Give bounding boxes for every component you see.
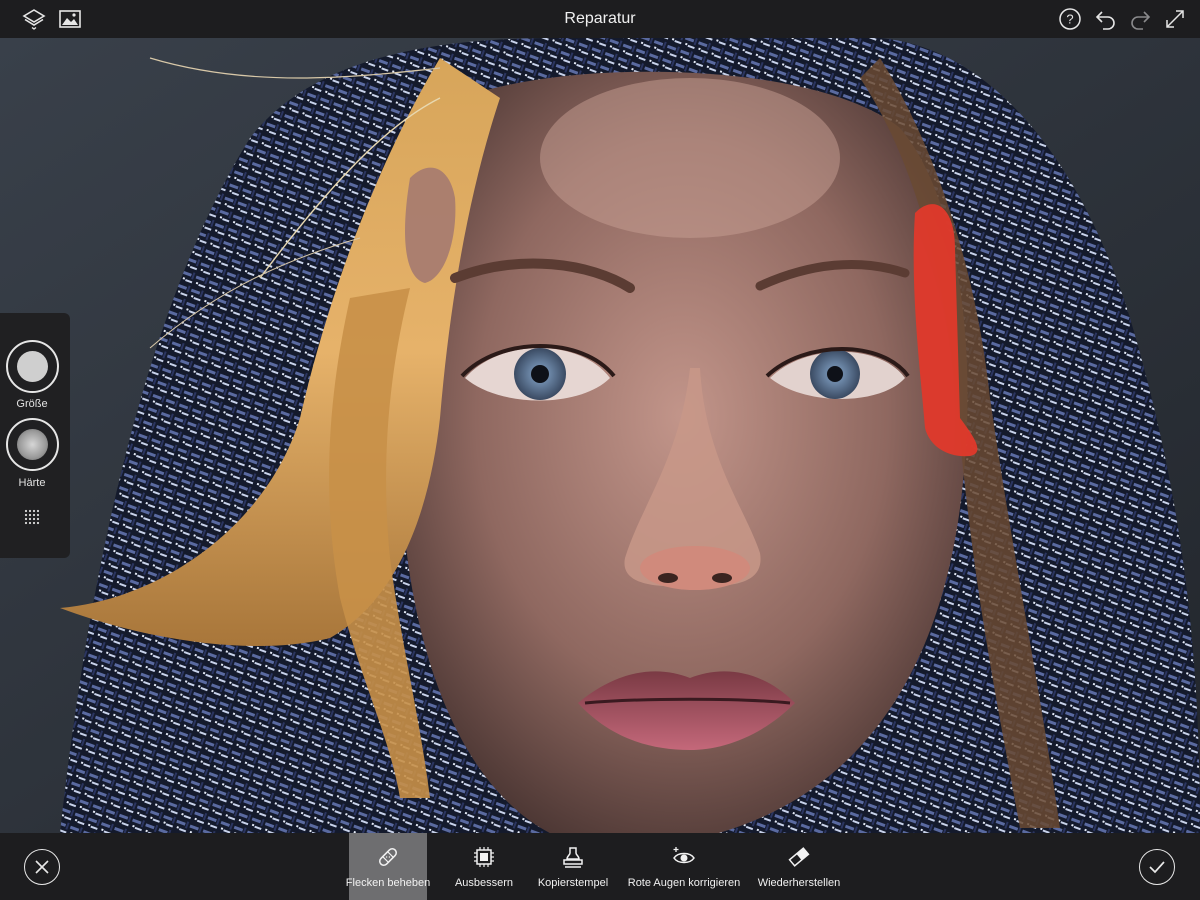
check-icon	[1149, 861, 1165, 874]
tool-rote-augen-korrigieren[interactable]: Rote Augen korrigieren	[627, 833, 741, 900]
red-eye-icon	[672, 845, 696, 869]
brush-size-label: Größe	[16, 398, 48, 410]
bandage-icon	[376, 845, 400, 869]
help-icon[interactable]: ?	[1058, 7, 1082, 31]
brush-size-preview	[17, 351, 48, 382]
brush-hardness-control[interactable]	[6, 418, 59, 471]
tool-ausbessern[interactable]: Ausbessern	[449, 833, 519, 900]
brush-size-control[interactable]	[6, 340, 59, 393]
tool-label: Rote Augen korrigieren	[627, 877, 741, 889]
svg-text:?: ?	[1066, 12, 1073, 27]
redo-icon[interactable]	[1128, 7, 1152, 31]
brush-grid-icon[interactable]	[22, 507, 42, 527]
tool-flecken-beheben[interactable]: Flecken beheben	[345, 833, 431, 900]
undo-icon[interactable]	[1094, 7, 1118, 31]
brush-settings-panel: Größe Härte	[0, 313, 70, 558]
brush-hardness-label: Härte	[18, 477, 46, 489]
cancel-button[interactable]	[24, 849, 60, 885]
eraser-icon	[787, 845, 811, 869]
brush-hardness-preview	[17, 429, 48, 460]
tool-label: Flecken beheben	[345, 877, 431, 889]
top-bar: Reparatur ?	[0, 0, 1200, 38]
tool-kopierstempel[interactable]: Kopierstempel	[537, 833, 609, 900]
close-icon	[35, 860, 49, 874]
photo-canvas[interactable]	[0, 38, 1200, 833]
confirm-button[interactable]	[1139, 849, 1175, 885]
tool-label: Wiederherstellen	[757, 877, 841, 889]
stamp-icon	[561, 845, 585, 869]
page-title: Reparatur	[564, 10, 636, 27]
bottom-toolbar: Flecken beheben Ausbessern Kopierstempel	[0, 833, 1200, 900]
tool-label: Ausbessern	[454, 877, 514, 889]
tool-label: Kopierstempel	[537, 877, 609, 889]
expand-icon[interactable]	[1163, 7, 1187, 31]
patch-icon	[472, 845, 496, 869]
tool-wiederherstellen[interactable]: Wiederherstellen	[757, 833, 841, 900]
portrait-photo	[0, 38, 1200, 833]
